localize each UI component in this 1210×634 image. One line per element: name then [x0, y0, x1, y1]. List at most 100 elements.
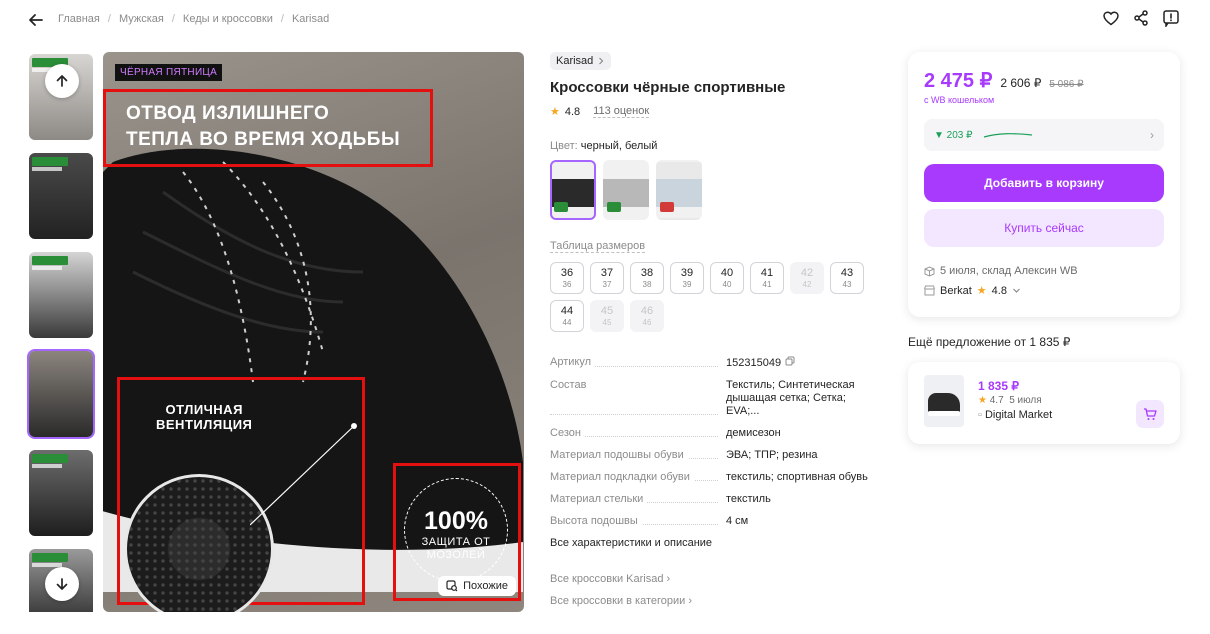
- share-icon[interactable]: [1132, 9, 1150, 27]
- size-option-40[interactable]: 40 40: [710, 262, 744, 294]
- chevron-down-icon: [1013, 288, 1020, 293]
- delivery-info: 5 июля, склад Алексин WB: [924, 265, 1164, 277]
- size-ru: 44: [560, 304, 574, 317]
- size-ru: 42: [800, 266, 814, 279]
- copy-icon[interactable]: [785, 356, 795, 369]
- spec-row: Материал подкладки обуви текстиль; спорти…: [550, 471, 880, 484]
- heart-icon[interactable]: [1102, 9, 1120, 27]
- thumbnail-4[interactable]: [27, 349, 95, 439]
- brand-link[interactable]: Karisad: [550, 52, 612, 70]
- chevron-right-icon: ›: [1150, 128, 1154, 142]
- similar-label: Похожие: [463, 580, 508, 592]
- size-eu: 38: [642, 279, 652, 289]
- size-ru: 45: [600, 304, 614, 317]
- report-icon[interactable]: [1162, 9, 1180, 29]
- brand-products-link[interactable]: Все кроссовки Karisad ›: [550, 573, 880, 585]
- other-offer-card[interactable]: 1 835 ₽ ★ 4.7 5 июля ▫ Digital Market: [908, 362, 1180, 444]
- back-arrow-icon[interactable]: [26, 10, 46, 30]
- ventilation-line-1: ОТЛИЧНАЯ: [165, 402, 243, 417]
- color-swatch-2[interactable]: [603, 160, 649, 220]
- product-main-image[interactable]: ЧЁРНАЯ ПЯТНИЦА ОТВОД ИЗЛИШНЕГО ТЕПЛА ВО …: [103, 52, 524, 612]
- cashback-squiggle-icon: [983, 133, 1032, 138]
- box-icon: [924, 265, 935, 277]
- star-icon: ★: [550, 106, 560, 118]
- size-table-link[interactable]: Таблица размеров: [550, 240, 646, 253]
- spec-row: Высота подошвы 4 см: [550, 515, 880, 528]
- size-option-41[interactable]: 41 41: [750, 262, 784, 294]
- thumbs-down-arrow-icon[interactable]: [45, 567, 79, 601]
- brand-name: Karisad: [556, 55, 594, 67]
- spec-key: Материал подошвы обуви: [550, 449, 688, 461]
- spec-value: Текстиль; Синтетическая дышащая сетка; С…: [726, 379, 855, 417]
- size-ru: 36: [560, 266, 574, 279]
- other-offer-store: ▫ Digital Market: [978, 409, 1053, 421]
- spec-key: Высота подошвы: [550, 515, 642, 527]
- seal-line-1: ЗАЩИТА ОТ: [421, 536, 491, 548]
- ventilation-line-2: ВЕНТИЛЯЦИЯ: [156, 417, 253, 432]
- price-current: 2 475 ₽: [924, 70, 993, 92]
- spec-row: Артикул 152315049: [550, 356, 880, 370]
- star-icon: ★: [976, 285, 987, 297]
- price-original: 5 086 ₽: [1049, 79, 1084, 90]
- seller-info[interactable]: Berkat ★ 4.8: [924, 284, 1164, 297]
- highlight-box-ventilation: ОТЛИЧНАЯ ВЕНТИЛЯЦИЯ: [117, 377, 365, 612]
- size-option-38[interactable]: 38 38: [630, 262, 664, 294]
- size-ru: 46: [640, 304, 654, 317]
- thumbnail-2[interactable]: [27, 151, 95, 241]
- other-offer-price: 1 835 ₽: [978, 379, 1019, 393]
- breadcrumb-item-men[interactable]: Мужская: [119, 13, 164, 25]
- size-option-39[interactable]: 39 39: [670, 262, 704, 294]
- all-specs-link[interactable]: Все характеристики и описание: [550, 537, 880, 549]
- reviews-link[interactable]: 113 оценок: [593, 105, 650, 118]
- similar-button[interactable]: Похожие: [438, 576, 516, 596]
- color-swatch-3[interactable]: [656, 160, 702, 220]
- price-row: 2 475 ₽ 2 606 ₽ 5 086 ₽: [924, 68, 1164, 93]
- buy-now-button[interactable]: Купить сейчас: [924, 209, 1164, 247]
- color-swatches: [550, 160, 880, 220]
- thumbnail-5[interactable]: [27, 448, 95, 538]
- cashback-amount: ▼ 203 ₽: [934, 129, 973, 141]
- buy-card: 2 475 ₽ 2 606 ₽ 5 086 ₽ с WB кошельком ▼…: [908, 52, 1180, 317]
- similar-icon: [446, 580, 458, 592]
- breadcrumb-item-brand[interactable]: Karisad: [292, 13, 329, 25]
- spec-value: ЭВА; ТПР; резина: [726, 449, 818, 461]
- related-links: Все кроссовки Karisad › Все кроссовки в …: [550, 573, 880, 607]
- size-ru: 37: [600, 266, 614, 279]
- size-eu: 41: [762, 279, 772, 289]
- size-eu: 39: [682, 279, 692, 289]
- cashback-row[interactable]: ▼ 203 ₽ ›: [924, 119, 1164, 151]
- color-swatch-1[interactable]: [550, 160, 596, 220]
- other-offer-cart-button[interactable]: [1136, 400, 1164, 428]
- wallet-note: с WB кошельком: [924, 95, 995, 105]
- spec-key: Сезон: [550, 427, 585, 439]
- specs-list: Артикул 152315049 Состав Текстиль; Синтетич…: [550, 356, 880, 528]
- size-option-44[interactable]: 44 44: [550, 300, 584, 332]
- size-option-36[interactable]: 36 36: [550, 262, 584, 294]
- breadcrumb-item-sneakers[interactable]: Кеды и кроссовки: [183, 13, 273, 25]
- product-rating: ★ 4.8 113 оценок: [550, 105, 880, 118]
- product-title: Кроссовки чёрные спортивные: [550, 79, 786, 96]
- size-ru: 39: [680, 266, 694, 279]
- size-ru: 41: [760, 266, 774, 279]
- size-eu: 42: [802, 279, 812, 289]
- size-option-42: 42 42: [790, 262, 824, 294]
- store-icon: [924, 285, 935, 296]
- thumbs-up-arrow-icon[interactable]: [45, 64, 79, 98]
- spec-key: Материал стельки: [550, 493, 648, 505]
- size-eu: 44: [562, 317, 572, 327]
- spec-key: Материал подкладки обуви: [550, 471, 694, 483]
- color-label: Цвет: черный, белый: [550, 140, 658, 152]
- spec-row: Сезон демисезон: [550, 427, 880, 440]
- spec-value: текстиль: [726, 493, 771, 505]
- add-to-cart-button[interactable]: Добавить в корзину: [924, 164, 1164, 202]
- breadcrumb-item-home[interactable]: Главная: [58, 13, 100, 25]
- category-products-link[interactable]: Все кроссовки в категории ›: [550, 595, 880, 607]
- store-icon: ▫: [978, 409, 982, 421]
- spec-key: Артикул: [550, 356, 596, 368]
- size-option-37[interactable]: 37 37: [590, 262, 624, 294]
- thumbnail-3[interactable]: [27, 250, 95, 340]
- size-option-43[interactable]: 43 43: [830, 262, 864, 294]
- top-actions: [1102, 9, 1180, 29]
- thumbnail-strip: [27, 52, 97, 612]
- chevron-right-icon: [599, 57, 604, 65]
